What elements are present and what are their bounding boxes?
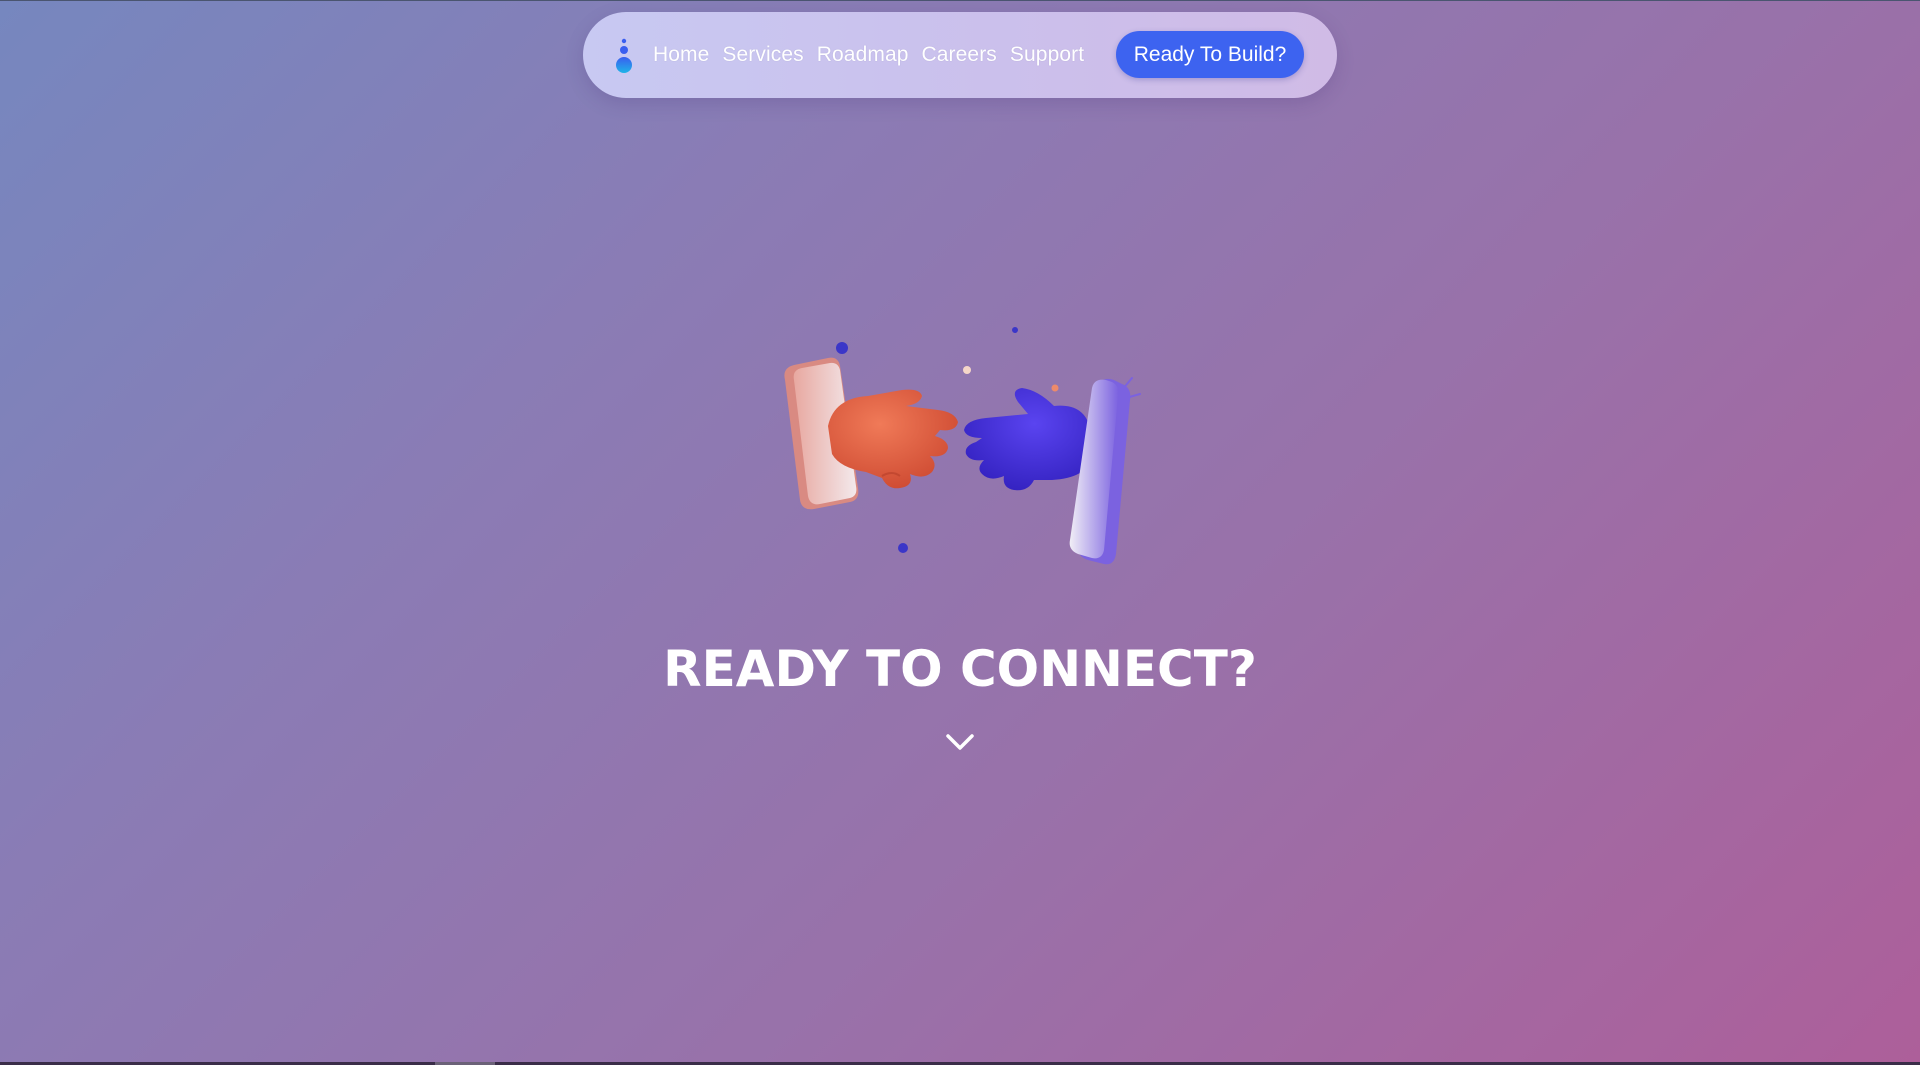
nav-link-home[interactable]: Home — [653, 43, 709, 67]
hero-title: READY TO CONNECT? — [663, 640, 1257, 698]
navbar: Home Services Roadmap Careers Support Re… — [583, 12, 1337, 98]
nav-link-careers[interactable]: Careers — [922, 43, 997, 67]
nav-links: Home Services Roadmap Careers Support — [653, 12, 1084, 98]
nav-link-services[interactable]: Services — [722, 43, 803, 67]
nav-link-roadmap[interactable]: Roadmap — [817, 43, 909, 67]
droplets-logo-icon[interactable] — [613, 36, 635, 76]
top-edge — [0, 0, 1920, 1]
chevron-down-icon[interactable] — [944, 730, 976, 754]
nav-link-support[interactable]: Support — [1010, 43, 1084, 67]
ready-to-build-button[interactable]: Ready To Build? — [1116, 31, 1304, 78]
hands-reaching-from-phones-illustration — [770, 318, 1150, 578]
